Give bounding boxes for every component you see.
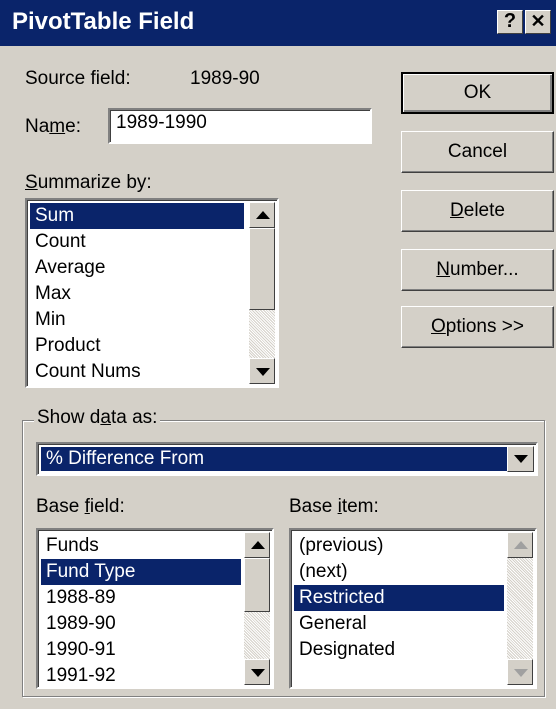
- dropdown-button[interactable]: [507, 446, 534, 472]
- list-item[interactable]: (next): [294, 559, 504, 585]
- base-item-label: Base item:: [289, 496, 379, 517]
- close-icon: ✕: [530, 11, 546, 31]
- base-item-items: (previous) (next) Restricted General Des…: [294, 533, 504, 663]
- list-item[interactable]: Product: [30, 333, 244, 359]
- list-item[interactable]: Designated: [294, 637, 504, 663]
- list-item[interactable]: Fund Type: [41, 559, 241, 585]
- list-item[interactable]: Sum: [30, 203, 244, 229]
- cancel-button[interactable]: Cancel: [401, 131, 554, 173]
- chevron-down-icon: [514, 455, 528, 463]
- summarize-by-items: Sum Count Average Max Min Product Count …: [30, 203, 244, 385]
- show-data-as-value: % Difference From: [41, 447, 508, 471]
- ok-button[interactable]: OK: [401, 72, 554, 114]
- scroll-down-button: [507, 659, 533, 685]
- arrow-down-icon: [251, 669, 265, 677]
- summarize-scrollbar[interactable]: [249, 202, 275, 384]
- name-label: Name:: [25, 116, 81, 137]
- list-item[interactable]: (previous): [294, 533, 504, 559]
- number-button[interactable]: Number...: [401, 249, 554, 291]
- title-bar[interactable]: PivotTable Field ? ✕: [0, 0, 556, 46]
- scroll-up-button[interactable]: [249, 202, 275, 228]
- base-field-label: Base field:: [36, 496, 125, 517]
- list-item[interactable]: Min: [30, 307, 244, 333]
- delete-button[interactable]: Delete: [401, 190, 554, 232]
- pivottable-field-dialog: PivotTable Field ? ✕ Source field: 1989-…: [0, 0, 556, 709]
- base-field-items: Funds Fund Type 1988-89 1989-90 1990-91 …: [41, 533, 241, 687]
- list-item[interactable]: 1988-89: [41, 585, 241, 611]
- scroll-up-button: [507, 532, 533, 558]
- list-item[interactable]: General: [294, 611, 504, 637]
- window-title: PivotTable Field: [12, 8, 195, 35]
- show-data-as-label: Show data as:: [34, 407, 161, 429]
- scroll-thumb[interactable]: [249, 228, 275, 310]
- list-item[interactable]: Average: [30, 255, 244, 281]
- list-item[interactable]: Count: [30, 229, 244, 255]
- base-field-list[interactable]: Funds Fund Type 1988-89 1989-90 1990-91 …: [36, 528, 274, 689]
- arrow-down-icon: [256, 368, 270, 376]
- arrow-up-icon: [256, 211, 270, 219]
- scroll-up-button[interactable]: [244, 532, 270, 558]
- arrow-up-icon: [514, 541, 528, 549]
- help-button[interactable]: ?: [497, 10, 523, 34]
- scroll-down-button[interactable]: [244, 659, 270, 685]
- show-data-as-select[interactable]: % Difference From: [36, 442, 538, 476]
- base-field-scrollbar[interactable]: [244, 532, 270, 685]
- list-item[interactable]: Restricted: [294, 585, 504, 611]
- arrow-up-icon: [251, 541, 265, 549]
- summarize-by-label: Summarize by:: [25, 172, 152, 193]
- base-item-list[interactable]: (previous) (next) Restricted General Des…: [289, 528, 537, 689]
- name-input[interactable]: 1989-1990: [108, 108, 372, 144]
- source-field-value: 1989-90: [190, 68, 260, 89]
- list-item[interactable]: Funds: [41, 533, 241, 559]
- list-item[interactable]: 1990-91: [41, 637, 241, 663]
- scroll-down-button[interactable]: [249, 358, 275, 384]
- arrow-down-icon: [514, 669, 528, 677]
- options-button[interactable]: Options >>: [401, 306, 554, 348]
- scroll-thumb[interactable]: [244, 558, 270, 612]
- summarize-by-list[interactable]: Sum Count Average Max Min Product Count …: [25, 198, 279, 388]
- list-item[interactable]: 1989-90: [41, 611, 241, 637]
- list-item[interactable]: Max: [30, 281, 244, 307]
- list-item[interactable]: 1991-92: [41, 663, 241, 687]
- base-item-scrollbar: [507, 532, 533, 685]
- source-field-label: Source field:: [25, 68, 131, 89]
- list-item[interactable]: Count Nums: [30, 359, 244, 385]
- close-button[interactable]: ✕: [525, 10, 551, 34]
